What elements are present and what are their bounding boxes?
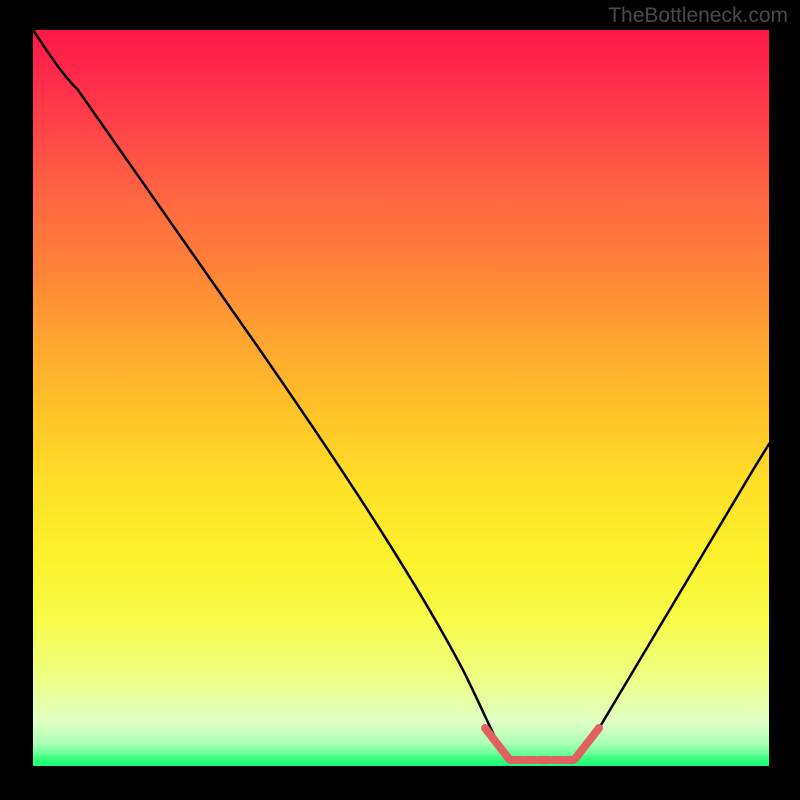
plot-area <box>33 30 769 766</box>
curve-svg <box>33 30 769 766</box>
highlight-seg-right <box>575 728 599 759</box>
highlight-seg-left <box>485 728 509 759</box>
watermark-text: TheBottleneck.com <box>608 4 788 28</box>
main-curve-line <box>33 30 769 760</box>
